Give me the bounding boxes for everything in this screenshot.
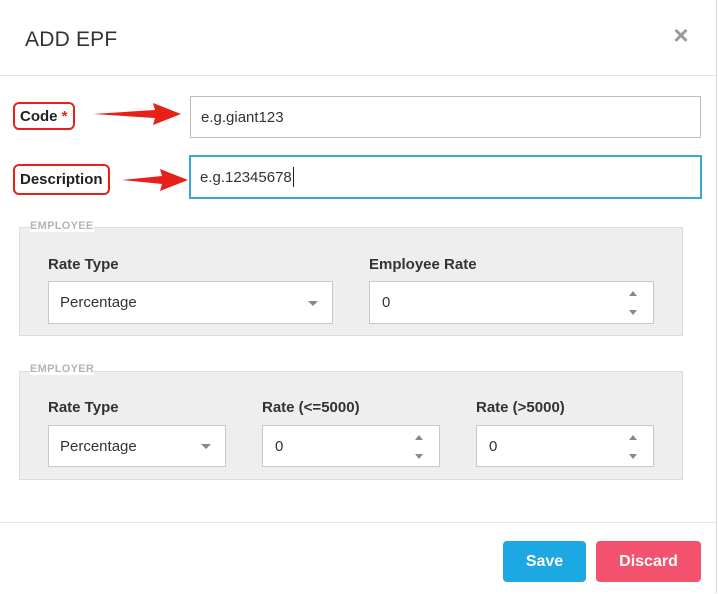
red-arrow-icon [93,103,181,125]
rate-low-input[interactable]: 0 [262,425,440,467]
code-label: Code [20,108,58,125]
description-label-annotation: Description [13,164,110,195]
employee-rate-type-label: Rate Type [48,256,119,273]
employee-rate-input[interactable]: 0 [369,281,654,324]
code-placeholder: e.g.giant123 [201,108,284,126]
spinner-arrows-icon[interactable] [629,432,639,462]
spin-up-icon[interactable] [629,291,637,296]
spin-up-icon[interactable] [415,435,423,440]
required-mark: * [61,108,68,125]
red-arrow-icon [122,169,188,191]
chevron-down-icon [308,300,318,306]
text-cursor [292,167,294,187]
add-epf-dialog: ADD EPF × Code * e.g.giant123 Descriptio… [0,0,717,593]
spin-down-icon[interactable] [629,454,637,459]
description-value: e.g.12345678 [200,168,292,186]
employee-rate-type-select[interactable]: Percentage [48,281,333,324]
employer-rate-type-select[interactable]: Percentage [48,425,226,467]
save-button[interactable]: Save [503,541,586,582]
spinner-arrows-icon[interactable] [629,288,639,318]
employee-legend: EMPLOYEE [30,220,94,232]
spin-down-icon[interactable] [415,454,423,459]
code-label-annotation: Code * [13,102,75,130]
employee-rate-value: 0 [382,294,391,311]
employer-rate-type-label: Rate Type [48,399,119,416]
spinner-arrows-icon[interactable] [415,432,425,462]
dialog-title: ADD EPF [25,28,118,51]
rate-high-value: 0 [489,437,498,455]
employer-legend: EMPLOYER [30,363,95,375]
dialog-header: ADD EPF × [0,0,716,76]
close-icon[interactable]: × [668,22,694,48]
rate-high-input[interactable]: 0 [476,425,654,467]
discard-button[interactable]: Discard [596,541,701,582]
employee-rate-label: Employee Rate [369,256,477,273]
description-input[interactable]: e.g.12345678 [189,155,702,199]
employee-rate-type-value: Percentage [60,294,137,311]
spin-down-icon[interactable] [629,310,637,315]
spin-up-icon[interactable] [629,435,637,440]
code-input[interactable]: e.g.giant123 [190,96,701,138]
employer-rate-type-value: Percentage [60,437,137,455]
rate-high-label: Rate (>5000) [476,399,565,416]
rate-low-value: 0 [275,437,284,455]
chevron-down-icon [201,444,211,449]
description-label: Description [20,171,103,188]
rate-low-label: Rate (<=5000) [262,399,360,416]
